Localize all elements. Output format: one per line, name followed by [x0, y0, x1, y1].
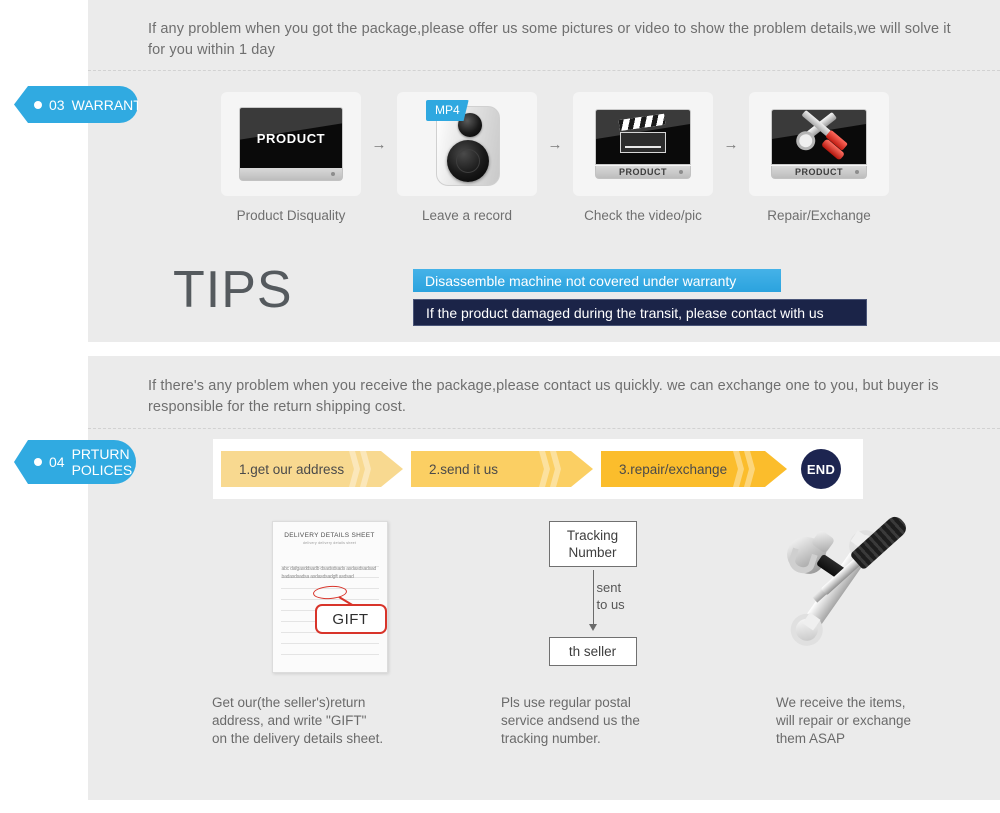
double-chevron-icon-3: [733, 451, 763, 487]
returns-end-badge: END: [801, 449, 841, 489]
monitor-base: PRODUCT: [595, 166, 691, 179]
bullet-dot-icon: [34, 458, 42, 466]
warranty-section: If any problem when you got the package,…: [88, 0, 1000, 342]
monitor-base-label: PRODUCT: [619, 167, 667, 177]
monitor-screen: PRODUCT: [239, 107, 343, 169]
section-tag-returns-number: 04: [49, 454, 65, 470]
arrow-right-icon-2: →: [547, 135, 563, 153]
warranty-step-4-card: PRODUCT: [749, 92, 889, 196]
monitor-led-icon: [855, 170, 859, 174]
returns-column-1: DELIVERY DETAILS SHEET delivery delivery…: [198, 521, 461, 761]
warranty-step-row: PRODUCT Product Disquality → MP4 Leave a…: [221, 92, 981, 237]
returns-detail-columns: DELIVERY DETAILS SHEET delivery delivery…: [198, 513, 988, 761]
section-tag-returns: 04 PRTURN POLICES: [14, 440, 136, 484]
returns-step-3: 3.repair/exchange: [601, 451, 787, 487]
warranty-step-3-caption: Check the video/pic: [584, 208, 702, 223]
returns-column-2-caption: Pls use regular postal service andsend u…: [501, 695, 640, 746]
returns-section: If there's any problem when you receive …: [88, 356, 1000, 800]
warranty-step-3-card: PRODUCT: [573, 92, 713, 196]
returns-column-2-figure: Tracking Number sent to us th seller: [461, 521, 724, 686]
tools-monitor-icon: PRODUCT: [771, 109, 867, 179]
hammer-wrench-screwdriver-icon: [781, 513, 931, 651]
monitor-led-icon: [331, 172, 335, 176]
warranty-step-3: PRODUCT Check the video/pic: [573, 92, 713, 223]
monitor-product-icon: PRODUCT: [239, 107, 343, 181]
returns-step-1: 1.get our address: [221, 451, 403, 487]
returns-column-2: Tracking Number sent to us th seller Pls…: [461, 521, 724, 761]
sheet-title: DELIVERY DETAILS SHEET: [284, 532, 375, 539]
monitor-screen: [595, 109, 691, 165]
sheet-subtitle: delivery delivery details sheet: [302, 541, 357, 545]
warranty-divider: [88, 70, 1000, 71]
flow-arrow-label: sent to us: [596, 580, 625, 612]
flow-arrow-head-icon: [588, 624, 597, 631]
warranty-step-1-card: PRODUCT: [221, 92, 361, 196]
returns-step-2-label: 2.send it us: [429, 461, 499, 477]
monitor-screen: [771, 109, 867, 165]
returns-intro-text: If there's any problem when you receive …: [148, 378, 939, 415]
clapperboard-icon: [618, 113, 666, 154]
monitor-screen-label: PRODUCT: [256, 130, 326, 146]
returns-column-1-figure: DELIVERY DETAILS SHEET delivery delivery…: [198, 521, 461, 686]
returns-step-1-label: 1.get our address: [239, 461, 345, 477]
seller-box: th seller: [548, 637, 637, 666]
section-tag-warranty-number: 03: [49, 96, 65, 113]
tracking-flow-icon: Tracking Number sent to us th seller: [528, 521, 658, 666]
sheet-body-text: abc dafgasddsadb dsadsdsads asdasdsadsad…: [281, 566, 377, 580]
returns-step-3-label: 3.repair/exchange: [619, 461, 728, 477]
monitor-base: [239, 168, 343, 181]
warranty-step-4-caption: Repair/Exchange: [767, 208, 871, 223]
page-root: If any problem when you got the package,…: [0, 0, 1000, 813]
monitor-led-icon: [679, 170, 683, 174]
returns-column-3-figure: [724, 513, 987, 686]
returns-column-1-caption: Get our(the seller's)return address, and…: [212, 695, 384, 746]
returns-step-2: 2.send it us: [411, 451, 593, 487]
warranty-step-1: PRODUCT Product Disquality: [221, 92, 361, 223]
double-chevron-icon-2: [539, 451, 569, 487]
monitor-base: PRODUCT: [771, 166, 867, 179]
clapperboard-monitor-icon: PRODUCT: [595, 109, 691, 179]
bullet-dot-icon: [34, 100, 42, 109]
double-chevron-icon-1: [349, 451, 379, 487]
delivery-details-sheet-icon: DELIVERY DETAILS SHEET delivery delivery…: [271, 521, 388, 673]
arrow-right-icon-3: →: [723, 135, 739, 153]
warranty-intro-text: If any problem when you got the package,…: [148, 21, 951, 58]
monitor-base-label: PRODUCT: [795, 167, 843, 177]
tips-banner-transit: If the product damaged during the transi…: [413, 299, 867, 326]
flow-arrow-line: [592, 570, 594, 626]
section-tag-warranty: 03 WARRANTY: [14, 86, 138, 123]
gift-callout-bubble: GIFT: [314, 604, 387, 634]
recorder-large-lens-icon: [447, 140, 489, 182]
warranty-step-2-card: MP4: [397, 92, 537, 196]
warranty-step-1-caption: Product Disquality: [236, 208, 346, 223]
section-tag-returns-label: PRTURN POLICES: [71, 446, 133, 478]
camera-recorder-icon: MP4: [426, 100, 504, 188]
returns-column-3-caption: We receive the items, will repair or exc…: [776, 695, 912, 746]
screwdriver-wrench-icon: [793, 110, 846, 161]
warranty-step-2-caption: Leave a record: [421, 208, 513, 223]
warranty-step-2: MP4 Leave a record: [397, 92, 537, 223]
tips-banner-warranty: Disassemble machine not covered under wa…: [413, 269, 781, 292]
mp4-badge: MP4: [426, 100, 469, 121]
tips-heading: TIPS: [173, 261, 293, 319]
arrow-right-icon-1: →: [371, 135, 387, 153]
returns-divider: [88, 428, 1000, 429]
returns-column-3: We receive the items, will repair or exc…: [724, 513, 987, 761]
tracking-number-box: Tracking Number: [548, 521, 637, 567]
warranty-step-4: PRODUCT Repair/Exchange: [749, 92, 889, 223]
returns-step-flow: 1.get our address 2.send it us 3.repair/…: [213, 439, 863, 499]
